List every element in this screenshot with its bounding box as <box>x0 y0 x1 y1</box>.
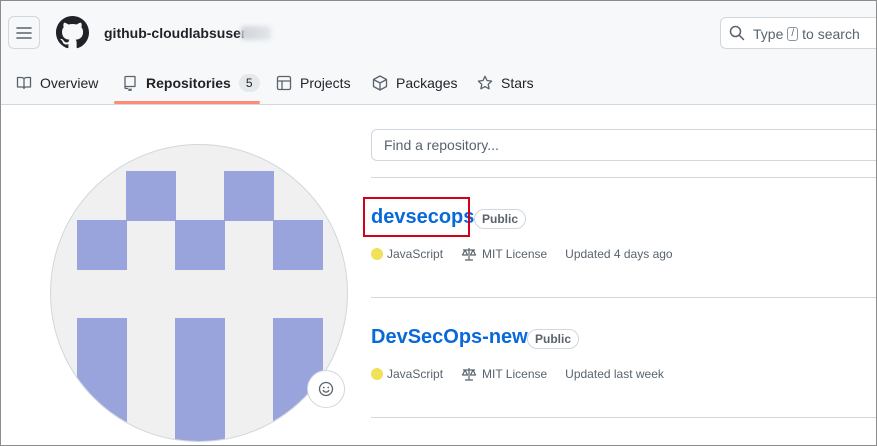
tab-stars[interactable]: Stars <box>477 61 534 105</box>
tab-stars-label: Stars <box>501 75 534 91</box>
language-color-dot <box>371 248 383 260</box>
tab-overview-label: Overview <box>40 75 99 91</box>
search-icon <box>729 25 745 41</box>
law-icon <box>461 368 477 381</box>
list-divider <box>371 417 876 418</box>
smiley-icon <box>318 381 334 397</box>
profile-nav: Overview Repositories 5 Projects Package… <box>1 61 876 105</box>
highlight-annotation <box>363 197 470 237</box>
hamburger-icon <box>16 26 32 39</box>
identicon-block <box>175 220 225 270</box>
menu-button[interactable] <box>8 16 40 49</box>
profile-header: github-cloudlabsuser- Type / to search O… <box>1 1 876 105</box>
language-color-dot <box>371 368 383 380</box>
repo-link[interactable]: DevSecOps-new <box>371 326 528 349</box>
license-label: MIT License <box>482 367 548 381</box>
license-label: MIT License <box>482 247 548 261</box>
identicon-block <box>77 318 127 441</box>
identicon-block <box>126 171 176 221</box>
search-placeholder-post: to search <box>802 26 860 42</box>
list-divider <box>371 177 876 178</box>
active-tab-underline <box>114 101 260 104</box>
repo-meta: JavaScript MIT License Updated last week <box>371 366 682 382</box>
repo-language: JavaScript <box>371 367 443 381</box>
repo-meta: JavaScript MIT License Updated 4 days ag… <box>371 246 691 262</box>
tab-projects[interactable]: Projects <box>276 61 351 105</box>
github-logo-icon[interactable] <box>56 16 89 49</box>
language-label: JavaScript <box>387 367 444 381</box>
identicon-block <box>224 171 274 221</box>
repo-icon <box>124 75 136 91</box>
tab-projects-label: Projects <box>300 75 351 91</box>
tab-packages[interactable]: Packages <box>372 61 457 105</box>
search-placeholder: Type / to search <box>753 26 860 42</box>
search-placeholder-pre: Type <box>753 26 784 42</box>
language-label: JavaScript <box>387 247 444 261</box>
repo-updated: Updated last week <box>565 367 664 381</box>
username-redaction <box>241 26 271 40</box>
tab-packages-label: Packages <box>396 75 458 91</box>
identicon-block <box>273 220 323 270</box>
profile-page: github-cloudlabsuser- Type / to search O… <box>0 0 877 446</box>
visibility-badge: Public <box>527 329 580 349</box>
tab-overview[interactable]: Overview <box>16 61 98 105</box>
repo-license[interactable]: MIT License <box>461 246 547 262</box>
identicon-block <box>77 220 127 270</box>
set-status-button[interactable] <box>307 370 345 408</box>
find-repository-input[interactable] <box>371 129 876 161</box>
star-icon <box>477 75 493 90</box>
avatar[interactable] <box>50 144 348 442</box>
repo-updated: Updated 4 days ago <box>565 247 673 261</box>
package-icon <box>372 75 388 91</box>
table-icon <box>276 75 292 91</box>
tab-repositories[interactable]: Repositories 5 <box>122 61 260 105</box>
identicon-block <box>175 318 225 441</box>
repo-language: JavaScript <box>371 247 443 261</box>
law-icon <box>461 248 477 261</box>
book-icon <box>16 76 32 90</box>
repo-license[interactable]: MIT License <box>461 366 547 382</box>
search-shortcut-key: / <box>787 27 799 41</box>
visibility-badge: Public <box>474 209 527 229</box>
profile-username[interactable]: github-cloudlabsuser- <box>104 25 251 41</box>
repositories-count-badge: 5 <box>238 74 260 92</box>
list-divider <box>371 297 876 298</box>
tab-repositories-label: Repositories <box>146 75 231 91</box>
search-box[interactable]: Type / to search <box>720 17 876 49</box>
